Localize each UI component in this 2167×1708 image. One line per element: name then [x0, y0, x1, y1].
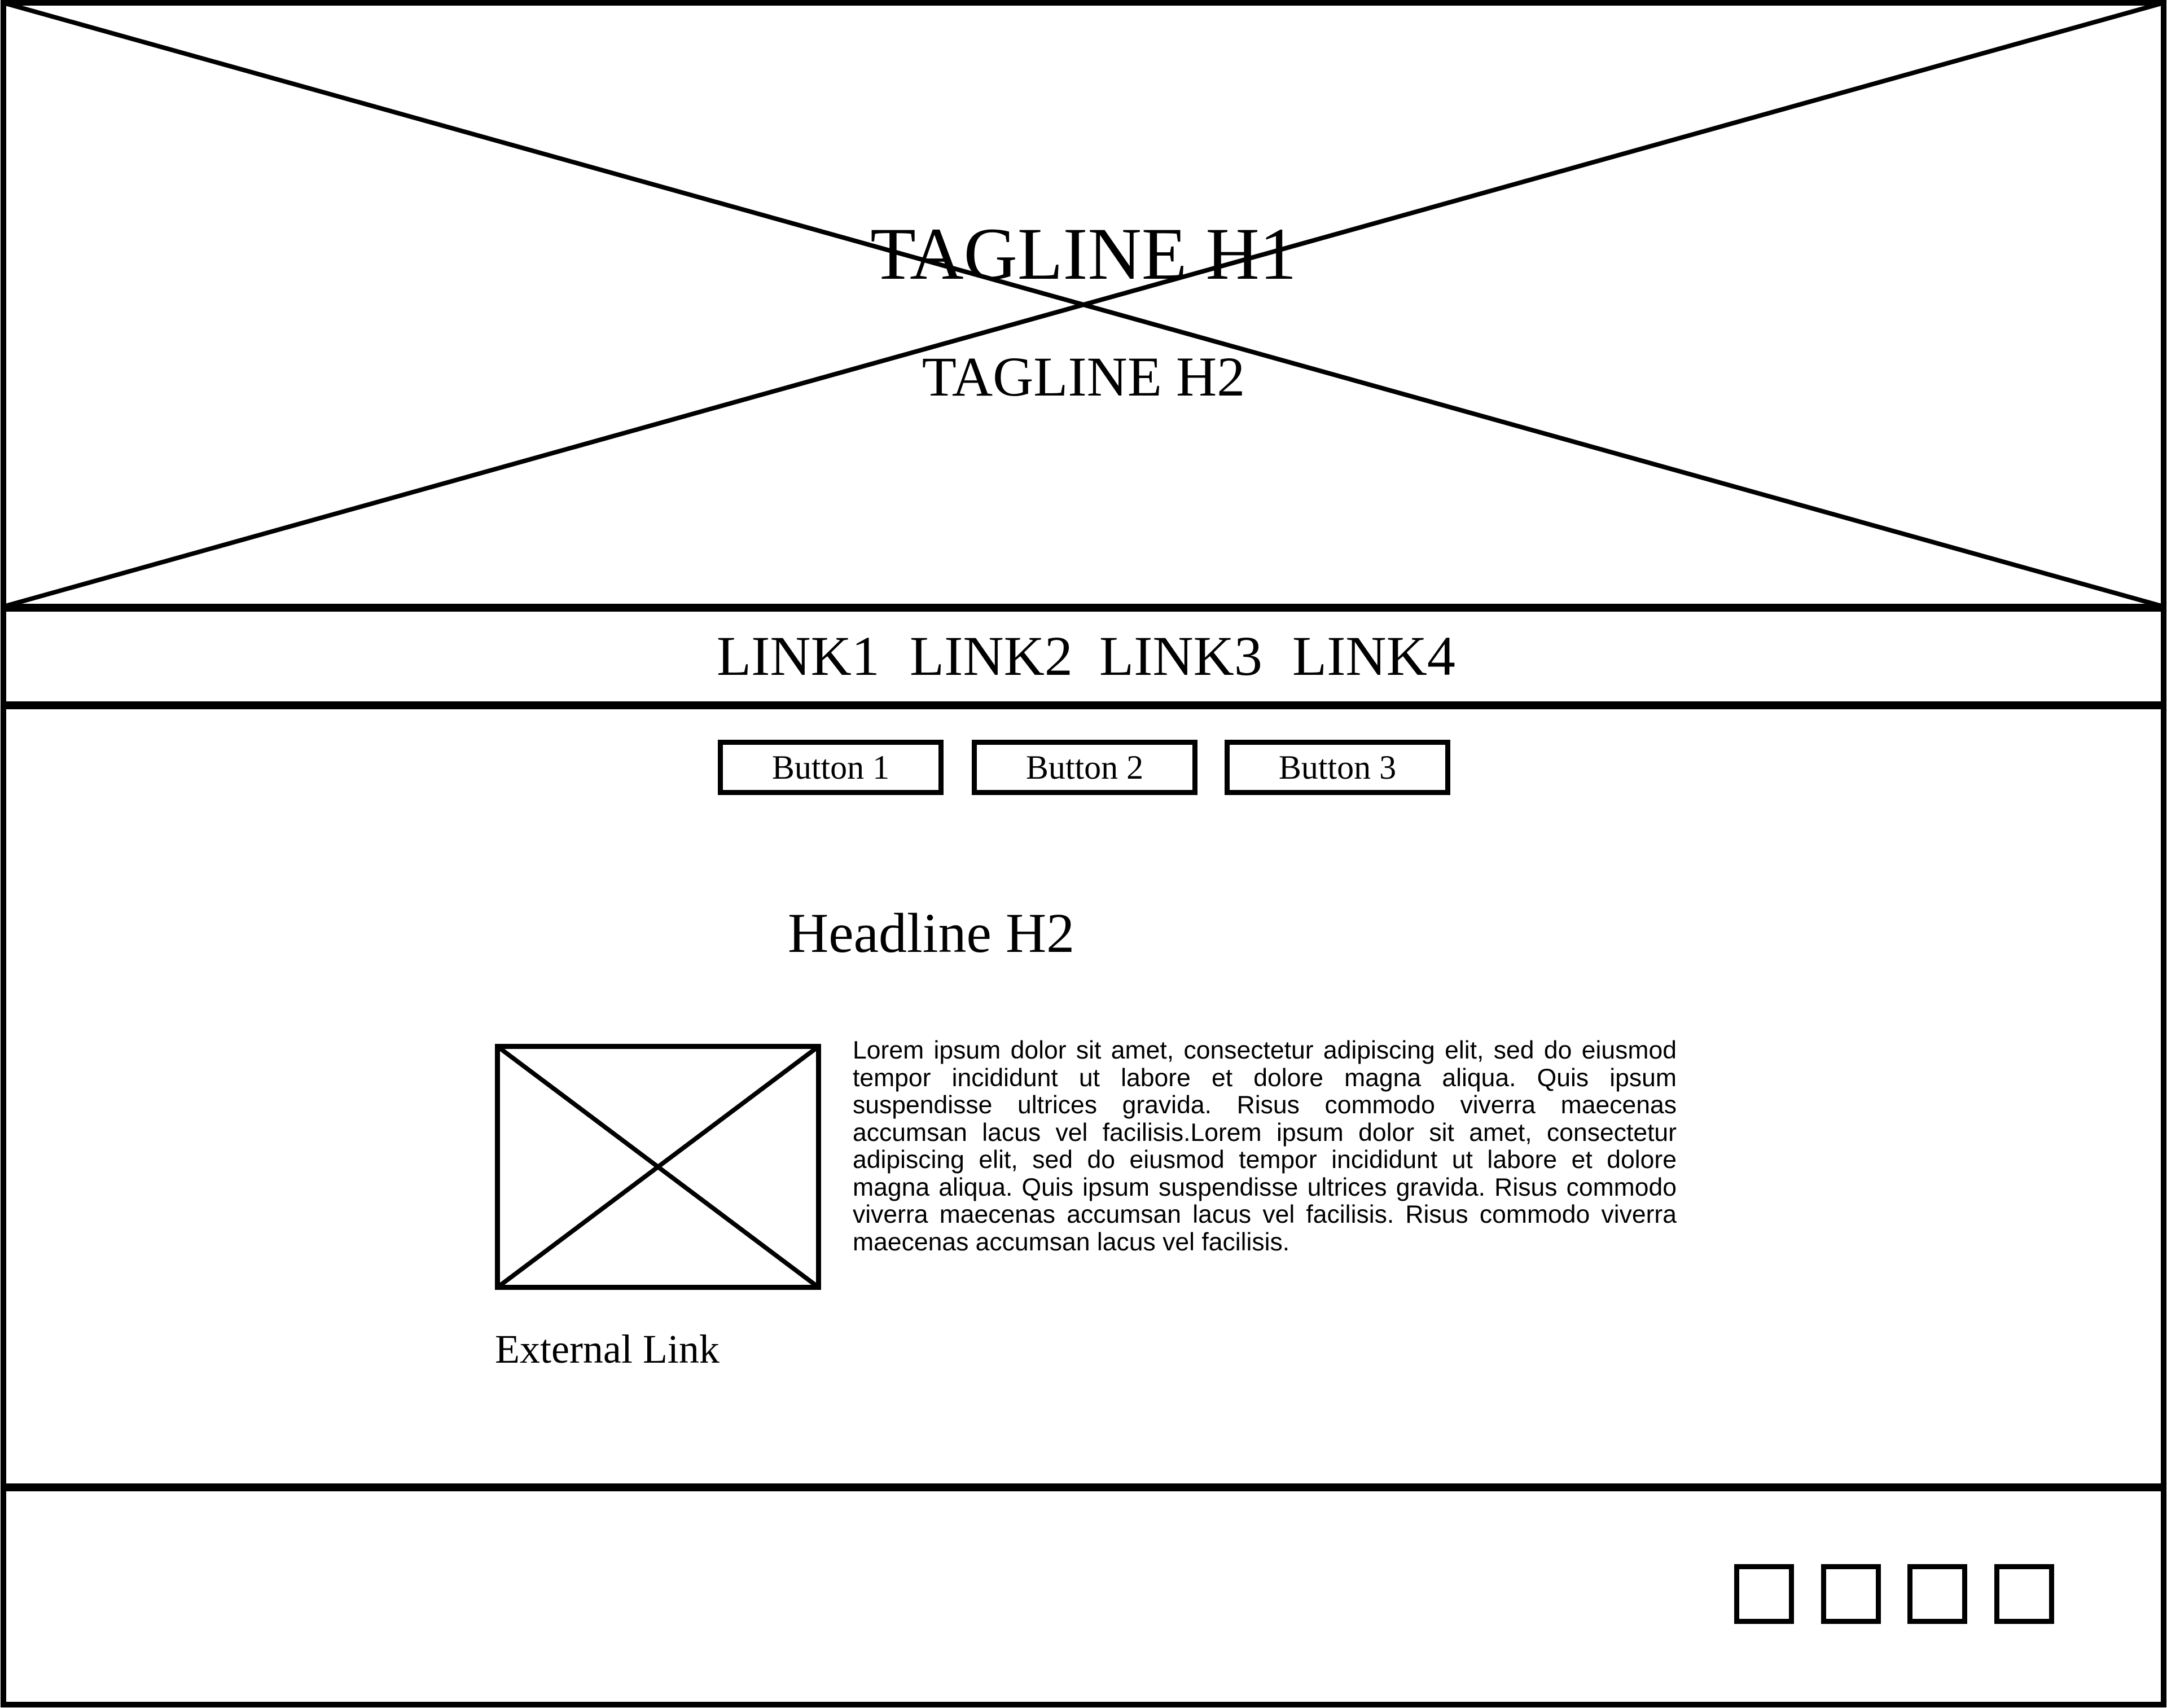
button-3-label: Button 3 — [1278, 749, 1397, 786]
social-icon-3[interactable] — [1907, 1564, 1967, 1624]
button-1-label: Button 1 — [771, 749, 890, 786]
body-paragraph: Lorem ipsum dolor sit amet, consectetur … — [853, 1037, 1677, 1256]
nav-link-4[interactable]: LINK4 — [1292, 620, 1455, 693]
headline: Headline H2 — [788, 902, 1075, 964]
hero-subtitle: TAGLINE H2 — [922, 345, 1245, 408]
button-2-label: Button 2 — [1025, 749, 1144, 786]
nav-link-2[interactable]: LINK2 — [910, 620, 1073, 693]
social-icon-2[interactable] — [1821, 1564, 1881, 1624]
nav-link-3[interactable]: LINK3 — [1099, 620, 1262, 693]
button-1[interactable]: Button 1 — [718, 740, 944, 795]
social-icon-4[interactable] — [1994, 1564, 2054, 1624]
button-3[interactable]: Button 3 — [1225, 740, 1450, 795]
image-placeholder-icon — [495, 1044, 821, 1290]
button-2[interactable]: Button 2 — [972, 740, 1197, 795]
hero-title: TAGLINE H1 — [870, 212, 1297, 295]
nav-link-1[interactable]: LINK1 — [717, 620, 880, 693]
social-icon-1[interactable] — [1734, 1564, 1794, 1624]
external-link[interactable]: External Link — [495, 1324, 720, 1375]
